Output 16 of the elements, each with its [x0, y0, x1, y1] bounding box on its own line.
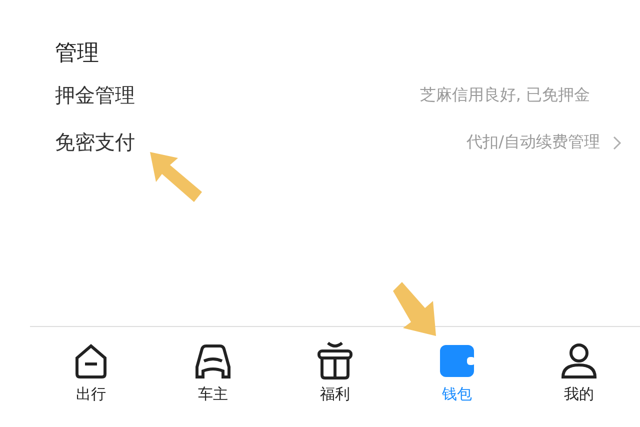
row-value: 芝麻信用良好, 已免押金 — [420, 85, 590, 106]
row-label[interactable]: 押金管理 — [55, 82, 135, 109]
gift-icon — [315, 341, 355, 381]
tab[interactable]: 我的 — [518, 341, 640, 404]
section-title: 管理 — [55, 40, 100, 68]
pointer-arrow-icon — [150, 152, 204, 202]
tab[interactable]: 出行 — [30, 341, 152, 404]
row-value: 代扣/自动续费管理 — [466, 132, 600, 153]
tab[interactable]: 福利 — [274, 341, 396, 404]
pointer-arrow-icon — [393, 282, 439, 338]
row-label[interactable]: 免密支付 — [55, 129, 135, 156]
person-icon — [559, 341, 599, 381]
tab[interactable]: 车主 — [152, 341, 274, 404]
chevron-icon — [612, 134, 622, 150]
list-row[interactable]: 免密支付 代扣/自动续费管理 — [55, 119, 640, 166]
list-row[interactable]: 押金管理 芝麻信用良好, 已免押金 — [55, 72, 640, 119]
